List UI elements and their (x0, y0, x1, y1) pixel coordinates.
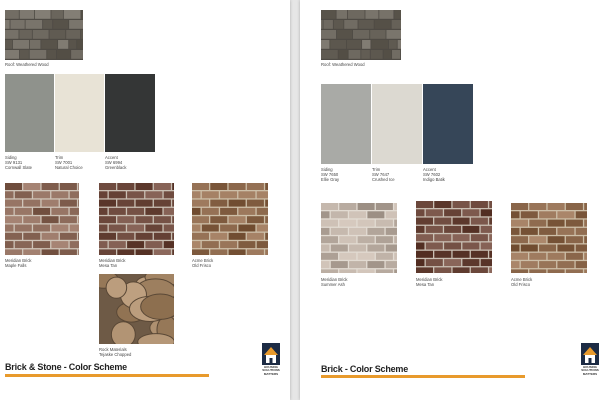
housing-logo: HOUSING SOLUTIONS MATTERS (581, 343, 599, 377)
siding-caption: Siding SW 7650 Ellie Gray (321, 167, 340, 182)
brick-caption-2: Meridian Brick Mesa Tan (99, 258, 126, 268)
brick-image-mesa-tan (416, 201, 492, 273)
roof-caption: Roof: Weathered Wood (5, 62, 49, 67)
brick-caption-1: Meridian Brick Maple Falls (5, 258, 32, 268)
brick-caption-2: Meridian Brick Mesa Tan (416, 277, 443, 287)
roof-shingle-image (5, 10, 83, 60)
page-title: Brick - Color Scheme (321, 364, 409, 374)
stone-caption: Rock Materials Tejaske Chopped (99, 347, 132, 357)
roof-caption: Roof: Weathered Wood (321, 62, 365, 67)
brick-image-maple-falls (5, 183, 79, 255)
left-scheme-page: Roof: Weathered Wood Siding SW 9131 Cornwa… (0, 0, 290, 400)
stone-image (99, 274, 174, 344)
siding-caption: Siding SW 9131 Cornwall Slate (5, 155, 32, 170)
brick-image-summer-ash (321, 203, 397, 273)
trim-swatch (55, 74, 104, 152)
accent-caption: Accent SW 6994 Greenblack (105, 155, 127, 170)
accent-swatch (423, 84, 473, 164)
brick-image-old-frisco (511, 203, 587, 273)
housing-logo: HOUSING SOLUTIONS MATTERS (262, 343, 280, 377)
page-title: Brick & Stone - Color Scheme (5, 362, 127, 372)
right-scheme-page: Roof: Weathered Wood Siding SW 7650 Ellie … (300, 0, 600, 400)
brick-caption-3: Acme Brick Old Frisco (192, 258, 214, 268)
roof-shingle-image (321, 10, 401, 60)
brick-caption-1: Meridian Brick Summer Ash (321, 277, 348, 287)
brick-image-mesa-tan (99, 183, 174, 255)
brick-image-old-frisco (192, 183, 268, 255)
house-logo-icon (262, 343, 280, 365)
trim-swatch (372, 84, 422, 164)
accent-caption: Accent SW 7602 Indigo Batik (423, 167, 445, 182)
siding-swatch (5, 74, 54, 152)
trim-caption: Trim SW 7647 Crushed Ice (372, 167, 395, 182)
brick-caption-3: Acme Brick Old Frisco (511, 277, 533, 287)
house-logo-icon (581, 343, 599, 365)
trim-caption: Trim SW 7001 Natural Choice (55, 155, 83, 170)
accent-bar (5, 374, 209, 377)
accent-bar (321, 375, 525, 378)
siding-swatch (321, 84, 371, 164)
accent-swatch (105, 74, 155, 152)
